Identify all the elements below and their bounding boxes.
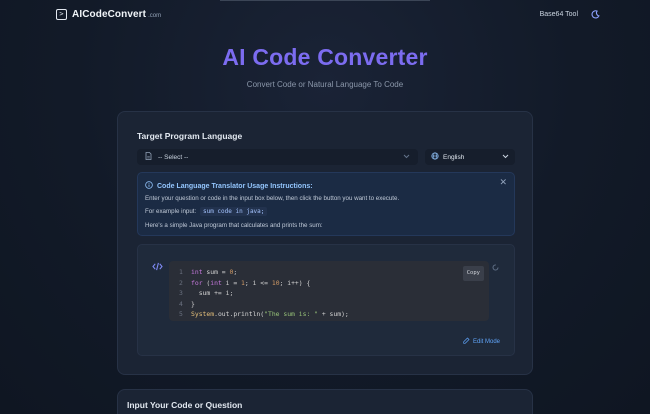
section-label-input: Input Your Code or Question [127, 400, 243, 410]
code-line: 3 sum += i; [179, 289, 234, 298]
chevron-down-icon [403, 154, 410, 161]
input-card: Input Your Code or Question [117, 389, 533, 414]
page-subtitle: Convert Code or Natural Language To Code [246, 80, 404, 89]
instructions-example-prefix: For example input: [145, 208, 197, 215]
info-icon [145, 181, 153, 191]
loading-icon [491, 263, 499, 271]
example-code-panel: 1 int sum = 0; 2 for (int i = 1; i <= 10; … [137, 244, 515, 356]
terminal-icon: > [56, 8, 67, 20]
code-icon [151, 260, 163, 272]
instructions-title: Code Language Translator Usage Instructi… [157, 182, 313, 190]
instructions-line-2: For example input: sum code in java; [145, 207, 268, 216]
code-block: 1 int sum = 0; 2 for (int i = 1; i <= 10; … [169, 261, 489, 321]
target-language-value: -- Select -- [158, 153, 189, 161]
target-language-select[interactable]: -- Select -- [137, 149, 418, 165]
edit-mode-label: Edit Mode [472, 338, 500, 345]
brand-name: AICodeConvert [72, 8, 147, 20]
code-line: 4} [179, 299, 195, 308]
brand-tld: .com [148, 12, 162, 19]
chevron-down-icon [502, 154, 509, 161]
brand-link[interactable]: > AICodeConvert .com [56, 8, 162, 20]
section-label-target-language: Target Program Language [137, 131, 243, 141]
navbar: > AICodeConvert .com Base64 Tool [0, 0, 650, 28]
code-line: 1 int sum = 0; [179, 268, 238, 276]
nav-link-base64-tool[interactable]: Base64 Tool [540, 11, 578, 18]
instructions-line-3: Here's a simple Java program that calcul… [145, 222, 323, 229]
edit-mode-button[interactable]: Edit Mode [463, 337, 500, 346]
code-line: 2 for (int i = 1; i <= 10; i++) { [179, 278, 311, 287]
page-title: AI Code Converter [222, 44, 428, 70]
ui-language-value: English [443, 153, 465, 161]
usage-instructions-box: Code Language Translator Usage Instructi… [137, 172, 515, 236]
ui-language-select[interactable]: English [425, 149, 515, 165]
close-icon[interactable]: ✕ [499, 178, 507, 187]
copy-button[interactable]: Copy [462, 266, 484, 281]
instructions-line-1: Enter your question or code in the input… [145, 195, 400, 202]
edit-icon [463, 337, 470, 346]
file-code-icon [145, 152, 152, 162]
code-line: 5 System.out.println("The sum is: " + sum… [179, 310, 349, 319]
example-input-code: sum code in java; [199, 207, 268, 216]
moon-icon[interactable] [590, 9, 600, 19]
target-language-card: Target Program Language -- Select -- Eng… [117, 111, 533, 375]
globe-icon [431, 152, 439, 162]
